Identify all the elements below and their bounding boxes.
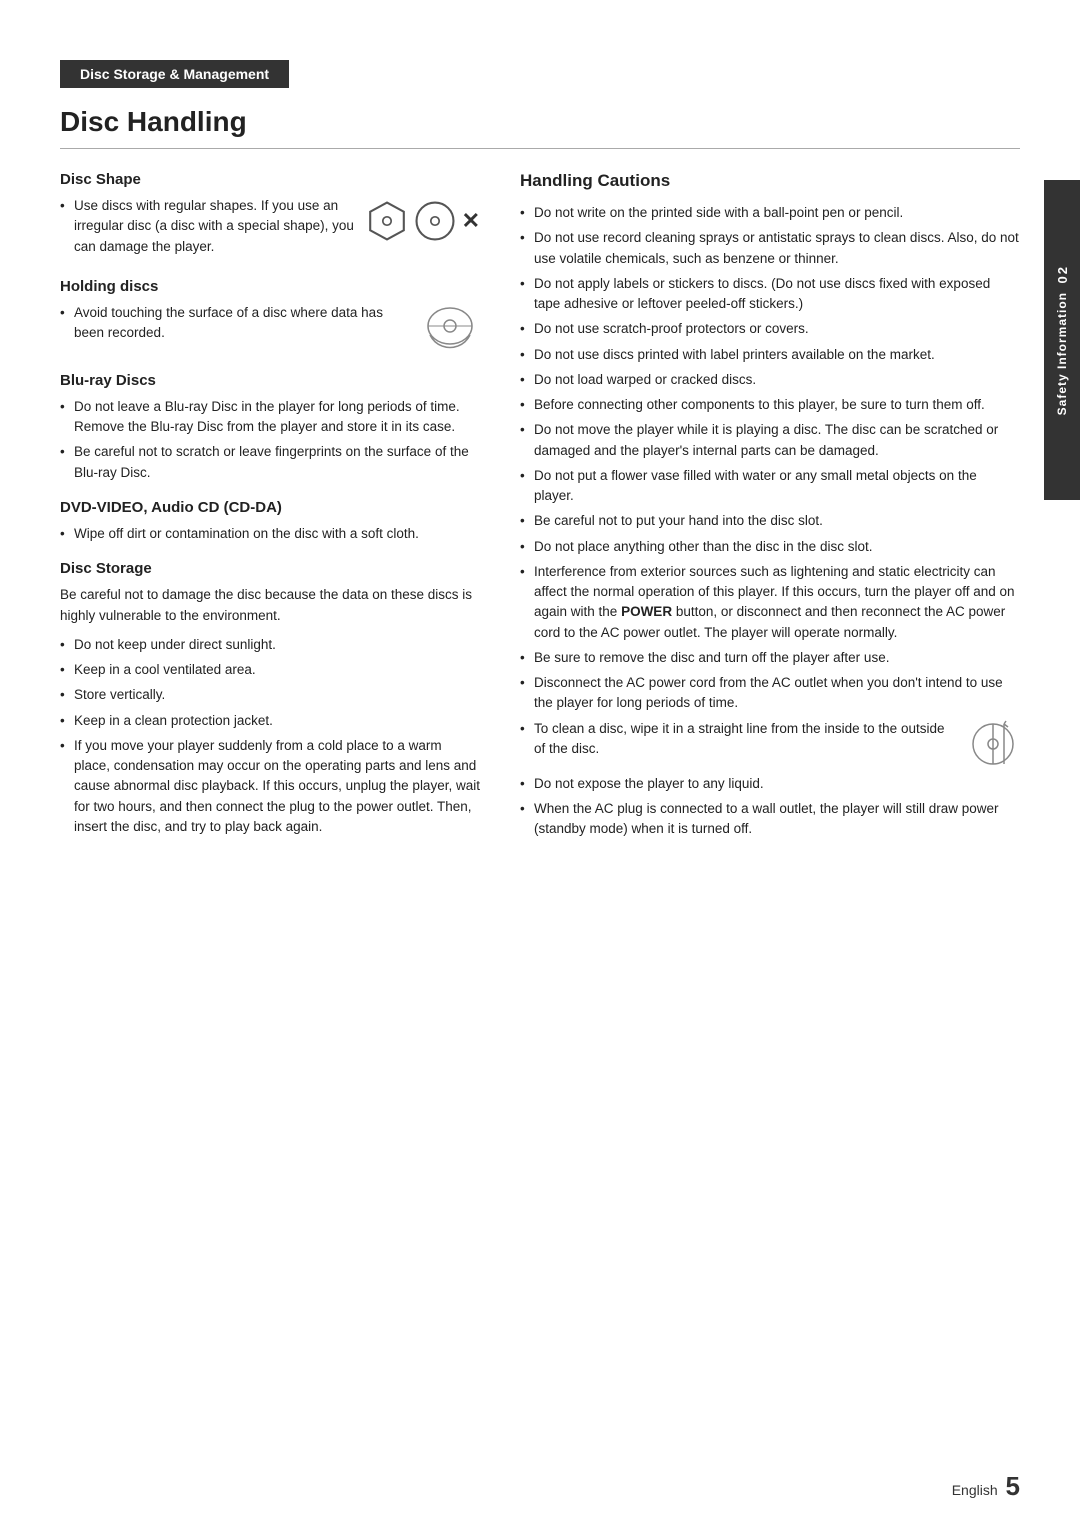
holding-discs-list: Avoid touching the surface of a disc whe… <box>60 303 480 344</box>
dvd-heading: DVD-VIDEO, Audio CD (CD-DA) <box>60 499 480 516</box>
list-item: Keep in a clean protection jacket. <box>60 711 480 731</box>
list-item: Do not put a flower vase filled with wat… <box>520 466 1020 507</box>
side-tab-number: 02 <box>1055 265 1070 283</box>
disc-shape-section: ✕ Use discs with regular shapes. If you … <box>60 196 480 262</box>
bluray-list: Do not leave a Blu-ray Disc in the playe… <box>60 397 480 483</box>
list-item: Keep in a cool ventilated area. <box>60 660 480 680</box>
list-item: If you move your player suddenly from a … <box>60 736 480 837</box>
handling-cautions-heading: Handling Cautions <box>520 171 1020 191</box>
main-content: Disc Shape ✕ <box>60 171 1020 844</box>
list-item: Disconnect the AC power cord from the AC… <box>520 673 1020 714</box>
list-item: Wipe off dirt or contamination on the di… <box>60 524 480 544</box>
list-item: Do not use scratch-proof protectors or c… <box>520 319 1020 339</box>
list-item: Do not keep under direct sunlight. <box>60 635 480 655</box>
list-item: Do not load warped or cracked discs. <box>520 370 1020 390</box>
disc-shape-heading: Disc Shape <box>60 171 480 188</box>
holding-discs-section: Avoid touching the surface of a disc whe… <box>60 303 480 356</box>
disc-shape-list: Use discs with regular shapes. If you us… <box>60 196 480 257</box>
holding-discs-heading: Holding discs <box>60 278 480 295</box>
section-banner: Disc Storage & Management <box>60 60 289 88</box>
disc-cleaning-icon <box>966 719 1020 769</box>
footer-page-number: 5 <box>1006 1471 1020 1501</box>
list-item: To clean a disc, wipe it in a straight l… <box>520 719 1020 769</box>
list-item: Before connecting other components to th… <box>520 395 1020 415</box>
list-item: Do not apply labels or stickers to discs… <box>520 274 1020 315</box>
list-item: Use discs with regular shapes. If you us… <box>60 196 480 257</box>
list-item: Do not place anything other than the dis… <box>520 537 1020 557</box>
list-item: Be sure to remove the disc and turn off … <box>520 648 1020 668</box>
disc-storage-para: Be careful not to damage the disc becaus… <box>60 585 480 627</box>
dvd-list: Wipe off dirt or contamination on the di… <box>60 524 480 544</box>
handling-cautions-list: Do not write on the printed side with a … <box>520 203 1020 839</box>
right-column: Handling Cautions Do not write on the pr… <box>520 171 1020 844</box>
disc-storage-heading: Disc Storage <box>60 560 480 577</box>
list-item: Do not use discs printed with label prin… <box>520 345 1020 365</box>
side-tab-title: Safety Information <box>1055 292 1069 415</box>
page-title: Disc Handling <box>60 106 1020 149</box>
list-item: Do not write on the printed side with a … <box>520 203 1020 223</box>
list-item: Avoid touching the surface of a disc whe… <box>60 303 480 344</box>
list-item: Store vertically. <box>60 685 480 705</box>
footer-english-label: English <box>952 1482 998 1498</box>
left-column: Disc Shape ✕ <box>60 171 480 844</box>
list-item: Do not move the player while it is playi… <box>520 420 1020 461</box>
list-item: Be careful not to put your hand into the… <box>520 511 1020 531</box>
list-item: Do not use record cleaning sprays or ant… <box>520 228 1020 269</box>
list-item: Do not expose the player to any liquid. <box>520 774 1020 794</box>
footer: English 5 <box>952 1471 1020 1502</box>
bluray-heading: Blu-ray Discs <box>60 372 480 389</box>
list-item: Be careful not to scratch or leave finge… <box>60 442 480 483</box>
list-item: Interference from exterior sources such … <box>520 562 1020 643</box>
list-item: When the AC plug is connected to a wall … <box>520 799 1020 840</box>
side-tab: 02 Safety Information <box>1044 180 1080 500</box>
list-item: Do not leave a Blu-ray Disc in the playe… <box>60 397 480 438</box>
disc-storage-list: Do not keep under direct sunlight. Keep … <box>60 635 480 837</box>
